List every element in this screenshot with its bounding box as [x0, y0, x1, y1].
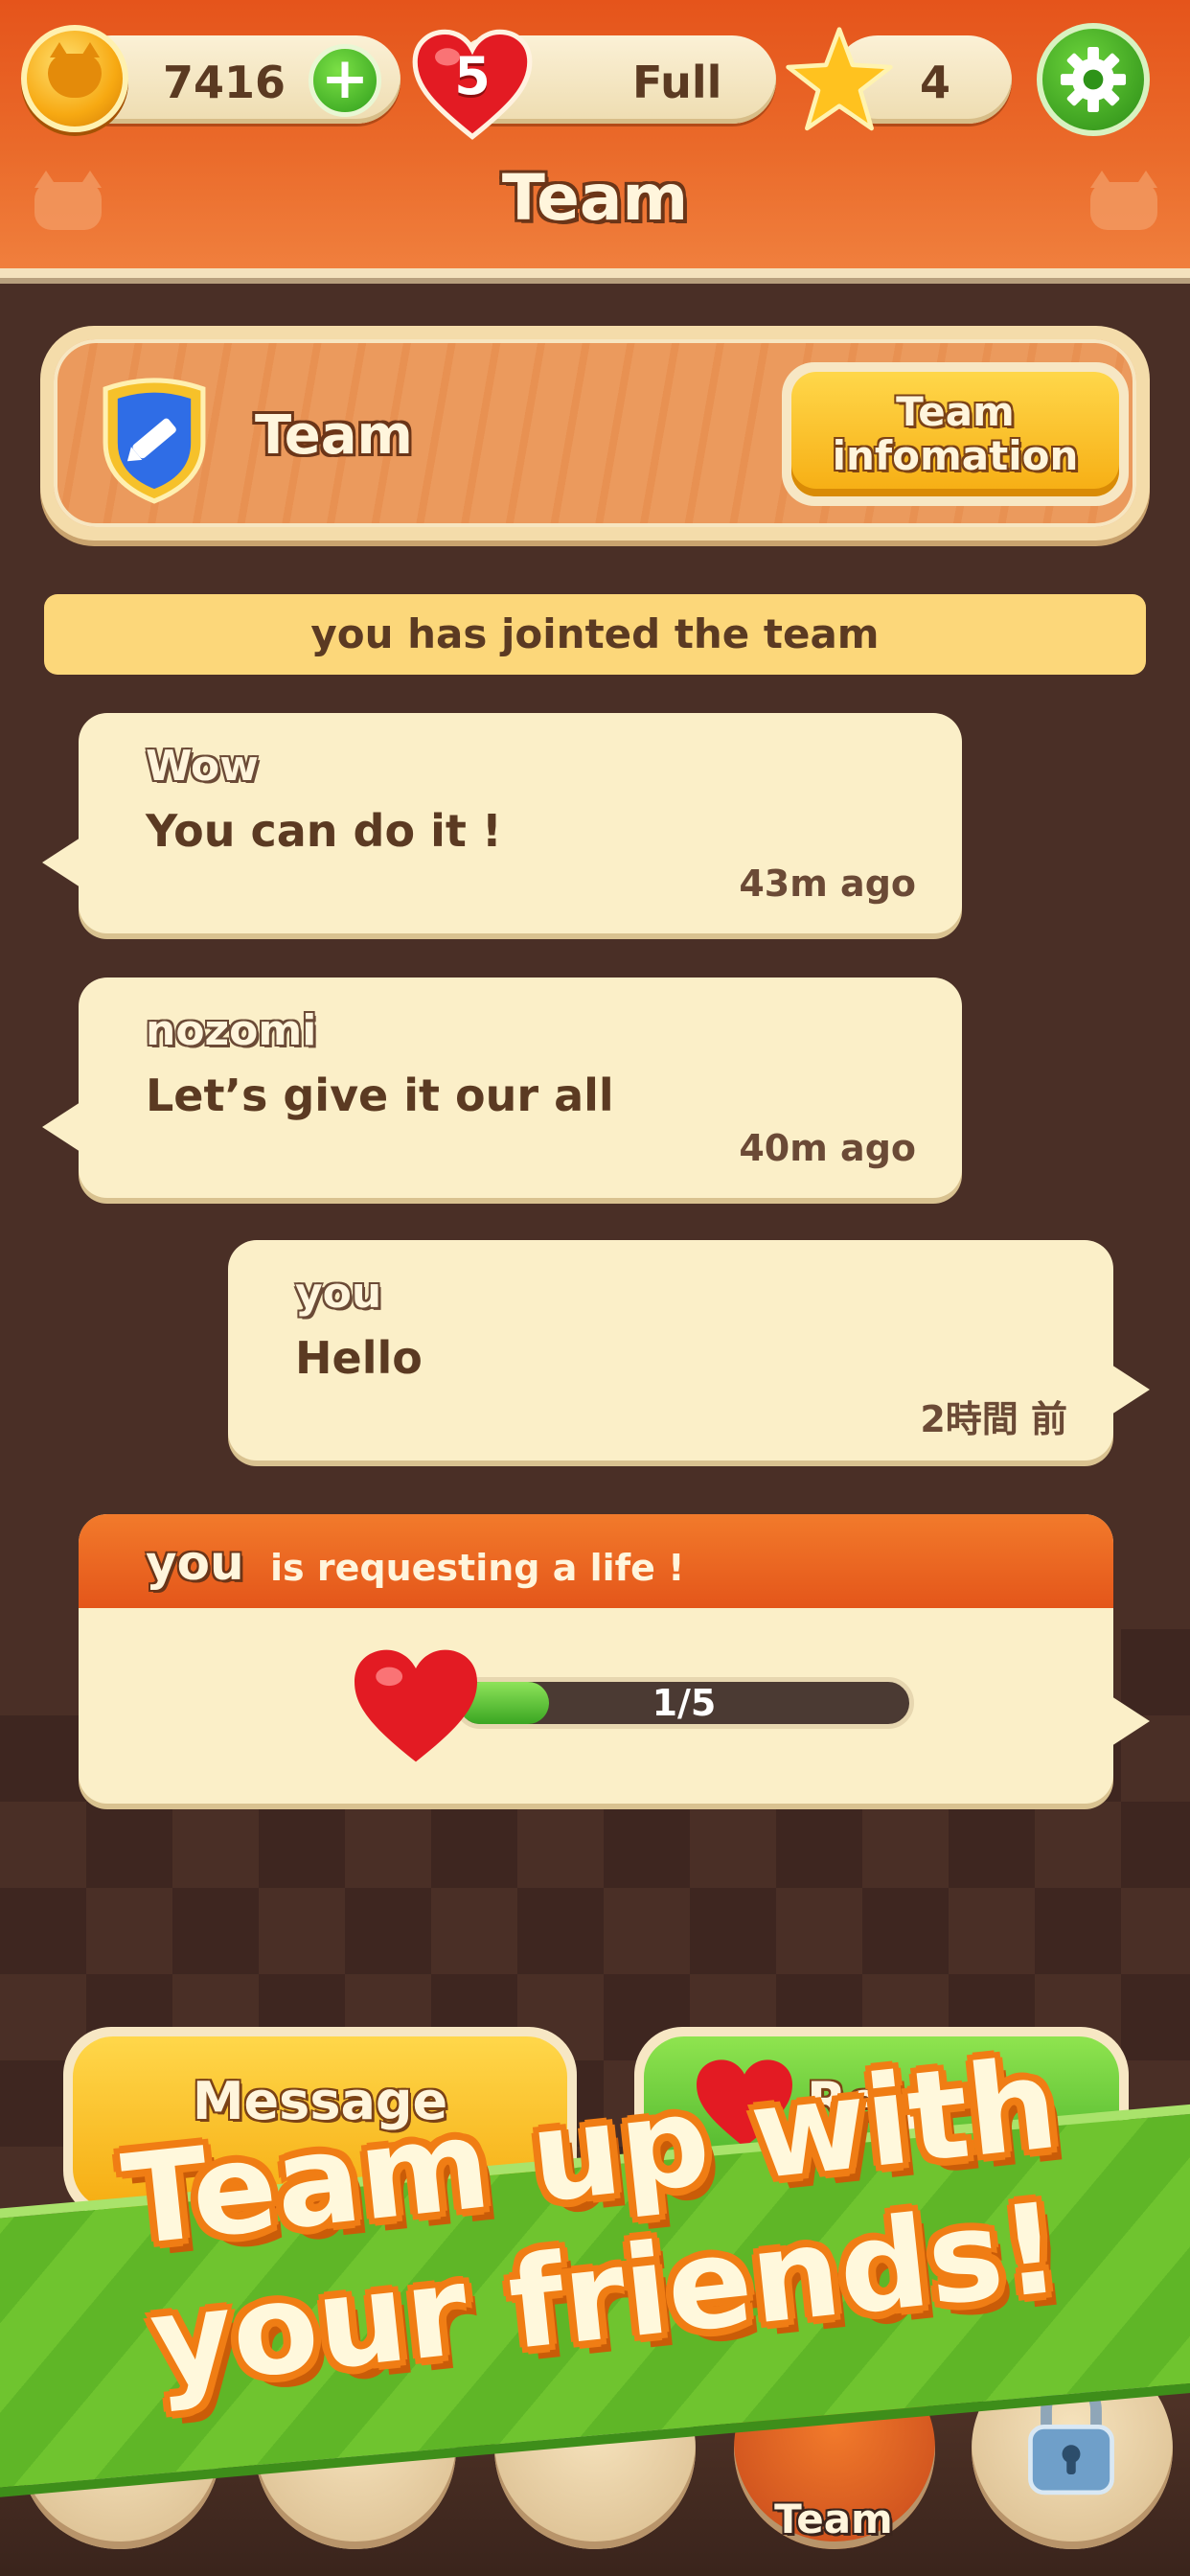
message-time: 43m ago — [739, 862, 916, 905]
coin-count: 7416 — [163, 57, 286, 108]
add-coins-button[interactable]: + — [309, 44, 381, 117]
lives-status: Full — [632, 57, 722, 108]
star-icon — [786, 27, 893, 131]
top-bar: 7416 + Full 5 4 Team — [0, 0, 1190, 278]
chat-message: nozomi Let’s give it our all 40m ago — [42, 978, 962, 1198]
plus-icon: + — [320, 45, 370, 112]
gear-icon — [1060, 46, 1127, 113]
coin-cat-icon — [21, 25, 128, 132]
nav-label-team: Team — [774, 2496, 893, 2542]
message-sender: Wow — [146, 742, 259, 791]
team-information-button[interactable]: Team infomation — [782, 362, 1129, 506]
team-banner: Team Team infomation — [40, 326, 1150, 540]
lives-count: 5 — [454, 46, 491, 106]
life-progress-label: 1/5 — [652, 1682, 717, 1724]
life-request-card[interactable]: you is requesting a life ! 1/5 — [79, 1514, 1150, 1804]
message-text: Let’s give it our all — [146, 1070, 614, 1121]
chat-message: Wow You can do it ! 43m ago — [42, 713, 962, 933]
chat-message-own: you Hello 2時間 前 — [228, 1240, 1150, 1460]
life-progress-bar: 1/5 — [454, 1677, 914, 1729]
page-title: Team — [501, 161, 689, 235]
heart-icon — [355, 1649, 477, 1762]
life-request-text: is requesting a life ! — [270, 1547, 685, 1589]
message-sender: nozomi — [146, 1006, 317, 1055]
message-text: You can do it ! — [146, 805, 502, 857]
life-request-sender: you — [146, 1535, 244, 1591]
message-time: 40m ago — [739, 1127, 916, 1169]
message-sender: you — [295, 1269, 382, 1318]
pencil-shield-icon — [103, 378, 206, 504]
message-time: 2時間 前 — [920, 1398, 1067, 1440]
team-name: Team — [255, 404, 413, 467]
star-count: 4 — [920, 57, 951, 108]
team-information-label: Team infomation — [791, 372, 1119, 496]
settings-button[interactable] — [1037, 23, 1150, 136]
message-text: Hello — [295, 1332, 423, 1384]
system-notice: you has jointed the team — [44, 594, 1146, 675]
